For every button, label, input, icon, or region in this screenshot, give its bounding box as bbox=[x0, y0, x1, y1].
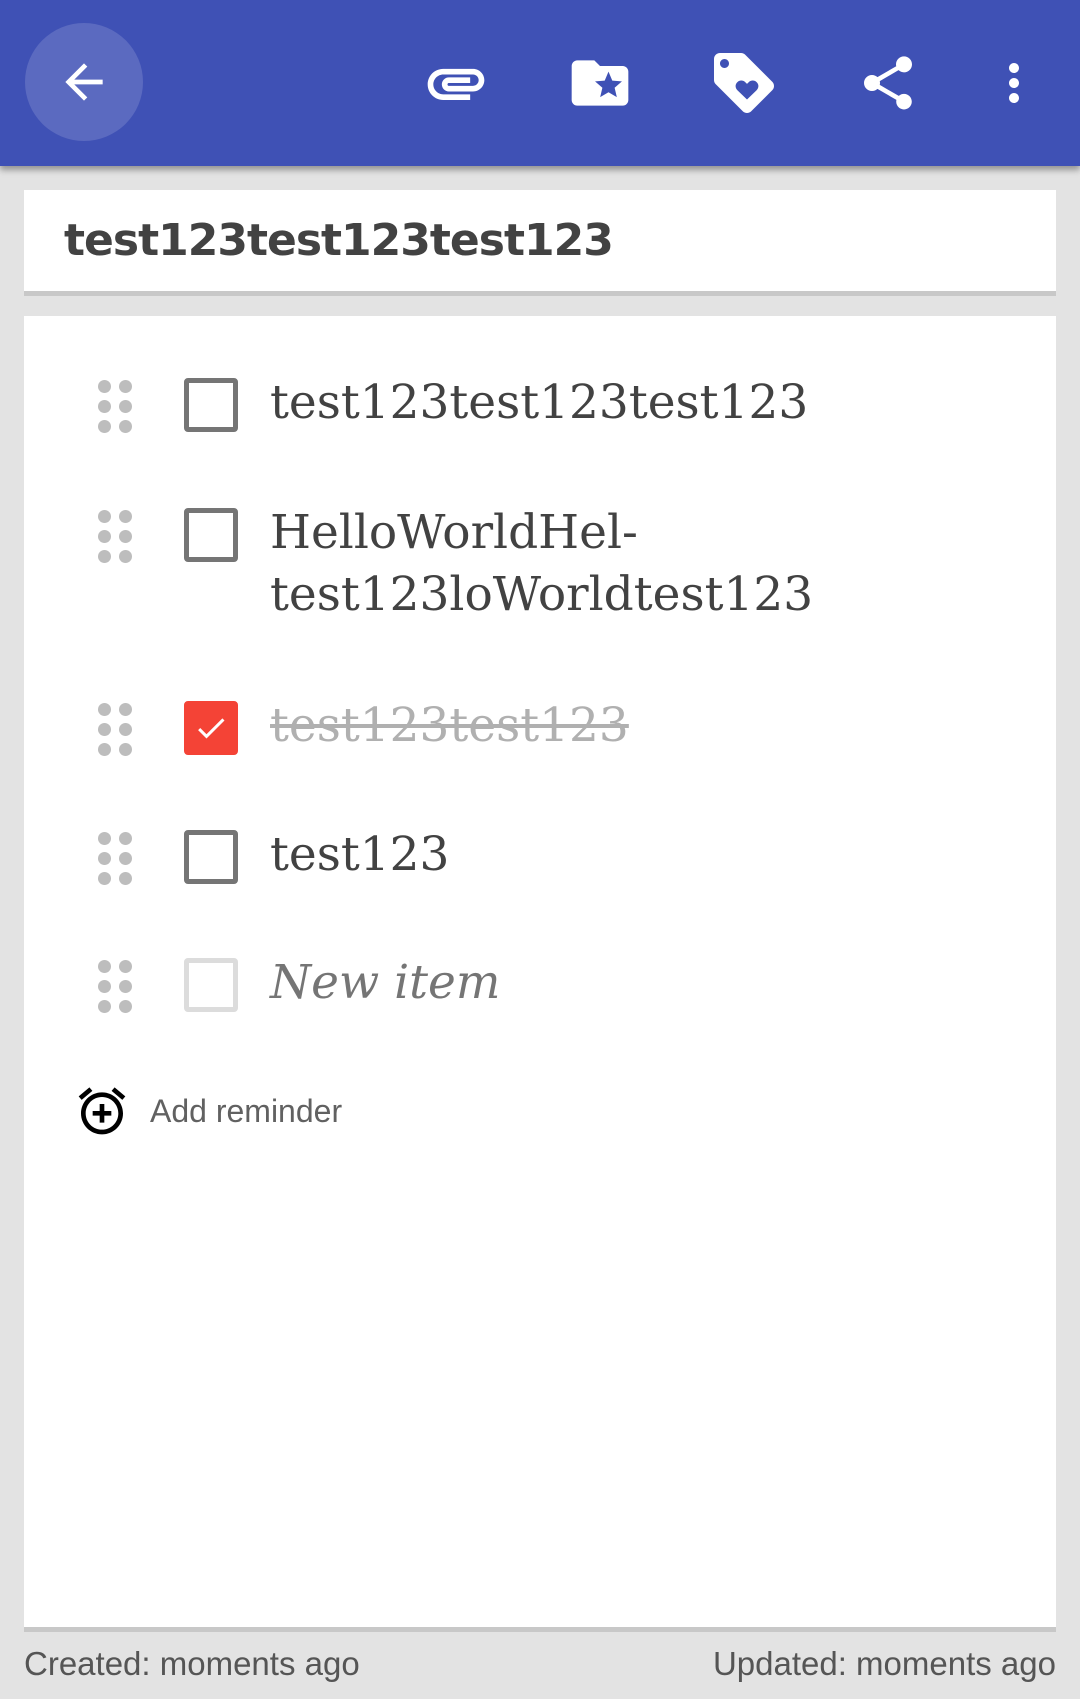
alarm-add-icon bbox=[78, 1087, 126, 1135]
add-reminder-button[interactable]: Add reminder bbox=[74, 1081, 342, 1141]
updated-timestamp: Updated: moments ago bbox=[712, 1645, 1056, 1682]
folder-star-icon bbox=[571, 60, 629, 106]
arrow-back-icon bbox=[65, 63, 103, 101]
app-bar bbox=[0, 0, 1080, 166]
attachment-icon bbox=[427, 68, 485, 100]
list-item: test123test123test123 bbox=[24, 366, 1056, 446]
checklist-card: test123test123test123 HelloWorldHel- tes… bbox=[24, 316, 1056, 1632]
item-text-completed[interactable]: test123test123 bbox=[270, 695, 1030, 757]
more-vert-icon bbox=[1009, 63, 1019, 103]
list-item: HelloWorldHel- test123loWorldtest123 bbox=[24, 496, 1056, 626]
drag-handle-icon[interactable] bbox=[98, 510, 132, 563]
checkbox[interactable] bbox=[184, 378, 238, 432]
share-icon bbox=[864, 56, 912, 110]
item-text[interactable]: test123 bbox=[270, 824, 1030, 886]
drag-handle-icon[interactable] bbox=[98, 703, 132, 756]
tag-heart-icon bbox=[714, 53, 774, 113]
drag-handle-icon[interactable] bbox=[98, 380, 132, 433]
checkbox[interactable] bbox=[184, 508, 238, 562]
list-item: test123 bbox=[24, 818, 1056, 898]
item-text[interactable]: HelloWorldHel- test123loWorldtest123 bbox=[270, 502, 1030, 626]
tag-button[interactable] bbox=[704, 43, 784, 123]
category-button[interactable] bbox=[560, 43, 640, 123]
checkbox-checked[interactable] bbox=[184, 701, 238, 755]
checkbox[interactable] bbox=[184, 830, 238, 884]
attachment-button[interactable] bbox=[416, 43, 496, 123]
new-item-row: New item bbox=[24, 946, 1056, 1026]
new-item-checkbox bbox=[184, 958, 238, 1012]
note-title[interactable]: test123test123test123 bbox=[64, 215, 614, 266]
share-button[interactable] bbox=[848, 43, 928, 123]
item-text-line: HelloWorldHel- bbox=[270, 505, 638, 560]
drag-handle-icon[interactable] bbox=[98, 832, 132, 885]
check-icon bbox=[198, 718, 225, 739]
new-item-input[interactable]: New item bbox=[270, 952, 1030, 1014]
drag-handle-icon bbox=[98, 960, 132, 1013]
add-reminder-label: Add reminder bbox=[150, 1092, 343, 1129]
item-text-line: test123loWorldtest123 bbox=[270, 567, 814, 622]
list-item: test123test123 bbox=[24, 689, 1056, 769]
item-text[interactable]: test123test123test123 bbox=[270, 372, 1030, 434]
more-options-button[interactable] bbox=[974, 43, 1054, 123]
back-button[interactable] bbox=[25, 23, 143, 141]
created-timestamp: Created: moments ago bbox=[24, 1645, 360, 1682]
title-card: test123test123test123 bbox=[24, 190, 1056, 296]
